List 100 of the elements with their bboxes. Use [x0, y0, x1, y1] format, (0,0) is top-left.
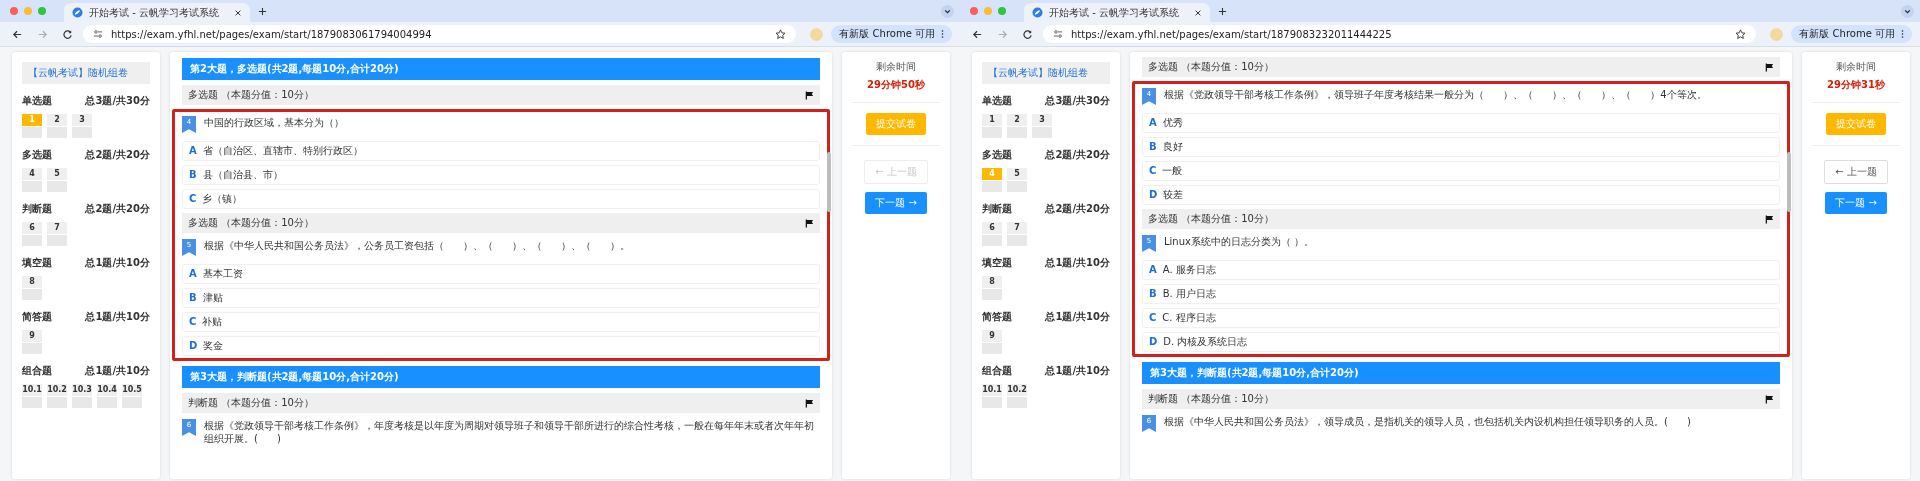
back-icon[interactable]: [972, 28, 983, 40]
question-type-label: 多选题 （本题分值：10分）: [1148, 60, 1274, 74]
reload-icon[interactable]: [62, 28, 73, 40]
question-text: 根据《党政领导干部考核工作条例》，领导班子年度考核结果一般分为（ ）、（ ）、（ ）、（ ）4个等次。: [1164, 88, 1707, 102]
question-type-label: 多选题 （本题分值：10分）: [1148, 212, 1274, 226]
answer-option[interactable]: A 基本工资: [182, 264, 820, 284]
star-icon[interactable]: [775, 28, 787, 40]
site-settings-icon[interactable]: [93, 29, 103, 39]
url-text: https://exam.yfhl.net/pages/exam/start/1879083061794004994: [111, 28, 432, 40]
question-nav-button[interactable]: 10.4: [97, 384, 117, 408]
section-summary: 总2题/共20分: [1045, 148, 1110, 162]
question-nav-button[interactable]: 1: [982, 114, 1002, 138]
section-summary: 总1题/共10分: [85, 310, 150, 324]
scrollbar-thumb[interactable]: [1787, 152, 1791, 212]
address-field[interactable]: https://exam.yfhl.net/pages/exam/start/1879083061794004994: [83, 25, 797, 43]
answer-option[interactable]: A 优秀: [1142, 113, 1780, 133]
update-chrome-button[interactable]: 有新版 Chrome 可用: [1791, 25, 1912, 43]
question-nav-button[interactable]: 8: [22, 276, 42, 300]
question-nav-button[interactable]: 10.3: [72, 384, 92, 408]
question-nav-button[interactable]: 3: [72, 114, 92, 138]
site-settings-icon[interactable]: [1053, 29, 1063, 39]
question-nav-button[interactable]: 2: [47, 114, 67, 138]
answer-option[interactable]: C C. 程序日志: [1142, 308, 1780, 328]
flag-icon[interactable]: [1765, 394, 1774, 404]
answer-option[interactable]: B 良好: [1142, 137, 1780, 157]
question-nav-button[interactable]: 7: [47, 222, 67, 246]
section-name: 组合题: [22, 364, 52, 378]
remaining-time: 29分钟50秒: [867, 78, 925, 92]
reload-icon[interactable]: [1022, 28, 1033, 40]
update-chrome-button[interactable]: 有新版 Chrome 可用: [831, 25, 952, 43]
section-name: 多选题: [22, 148, 52, 162]
question-nav-button[interactable]: 6: [982, 222, 1002, 246]
question-nav-button[interactable]: 10.2: [1007, 384, 1027, 408]
chevron-down-icon[interactable]: [1901, 4, 1914, 18]
section-name: 判断题: [22, 202, 52, 216]
answer-option[interactable]: B 津贴: [182, 288, 820, 308]
section-summary: 总1题/共10分: [1045, 364, 1110, 378]
back-icon[interactable]: [12, 28, 23, 40]
previous-button[interactable]: ← 上一题: [1824, 160, 1888, 184]
close-icon[interactable]: [234, 8, 242, 17]
section-title: 第3大题，判断题(共2题,每题10分,合计20分): [1142, 362, 1780, 384]
more-icon[interactable]: [941, 29, 944, 39]
question-nav-button[interactable]: 10.1: [982, 384, 1002, 408]
section-summary: 总2题/共20分: [85, 148, 150, 162]
browser-tab[interactable]: 开始考试 - 云帆学习考试系统: [1024, 3, 1210, 22]
question-nav-button[interactable]: 10.2: [47, 384, 67, 408]
question-nav-button[interactable]: 9: [982, 330, 1002, 354]
new-tab-icon[interactable]: [258, 6, 267, 16]
question-nav-button[interactable]: 2: [1007, 114, 1027, 138]
flag-icon[interactable]: [805, 90, 814, 100]
address-field[interactable]: https://exam.yfhl.net/pages/exam/start/1879083232011444225: [1043, 25, 1757, 43]
section-summary: 总3题/共30分: [1045, 94, 1110, 108]
question-nav-button[interactable]: 10.1: [22, 384, 42, 408]
more-icon[interactable]: [1901, 29, 1904, 39]
question-nav-button[interactable]: 10.5: [122, 384, 142, 408]
question-text: 中国的行政区域，基本分为（）: [204, 116, 344, 130]
question-nav-button[interactable]: 7: [1007, 222, 1027, 246]
tab-title: 开始考试 - 云帆学习考试系统: [89, 5, 220, 20]
flag-icon[interactable]: [1765, 62, 1774, 72]
close-icon[interactable]: [1194, 8, 1202, 17]
answer-option[interactable]: C 一般: [1142, 161, 1780, 181]
question-nav-button[interactable]: 5: [1007, 168, 1027, 192]
flag-icon[interactable]: [1765, 214, 1774, 224]
question-type-label: 判断题 （本题分值：10分）: [188, 396, 314, 410]
new-tab-icon[interactable]: [1218, 6, 1227, 16]
section-summary: 总2题/共20分: [85, 202, 150, 216]
flag-icon[interactable]: [805, 218, 814, 228]
question-nav-button[interactable]: 6: [22, 222, 42, 246]
answer-option[interactable]: B 县（自治县、市）: [182, 165, 820, 185]
chevron-down-icon[interactable]: [941, 4, 954, 18]
section-name: 组合题: [982, 364, 1012, 378]
flag-icon[interactable]: [805, 398, 814, 408]
section-summary: 总1题/共10分: [1045, 256, 1110, 270]
question-nav-button[interactable]: 9: [22, 330, 42, 354]
question-nav-button[interactable]: 8: [982, 276, 1002, 300]
answer-option[interactable]: A 省（自治区、直辖市、特别行政区）: [182, 141, 820, 161]
section-summary: 总1题/共10分: [85, 364, 150, 378]
site-logo-icon: [1032, 7, 1043, 18]
question-text: 根据《中华人民共和国公务员法》，公务员工资包括（ ）、（ ）、（ ）、（ ）。: [204, 239, 631, 253]
browser-tab[interactable]: 开始考试 - 云帆学习考试系统: [64, 3, 250, 22]
question-nav-button[interactable]: 4: [22, 168, 42, 192]
star-icon[interactable]: [1735, 28, 1747, 40]
url-text: https://exam.yfhl.net/pages/exam/start/1879083232011444225: [1071, 28, 1392, 40]
paper-title: 【云帆考试】随机组卷: [982, 62, 1110, 84]
answer-option[interactable]: D 奖金: [182, 336, 820, 356]
answer-option[interactable]: C 乡（镇）: [182, 189, 820, 209]
section-title: 第3大题，判断题(共2题,每题10分,合计20分): [182, 366, 820, 388]
question-nav-button[interactable]: 3: [1032, 114, 1052, 138]
answer-option[interactable]: D 较差: [1142, 185, 1780, 205]
section-summary: 总1题/共10分: [85, 256, 150, 270]
question-nav-button[interactable]: 5: [47, 168, 67, 192]
answer-option[interactable]: C 补贴: [182, 312, 820, 332]
question-text: 根据《党政领导干部考核工作条例》，年度考核是以年度为周期对领导班子和领导干部所进行的综合性考核，一般在每年年末或者次年年初组织开展。( ): [204, 419, 815, 445]
scrollbar-thumb[interactable]: [827, 152, 831, 212]
section-name: 多选题: [982, 148, 1012, 162]
answer-option[interactable]: D D. 内核及系统日志: [1142, 332, 1780, 352]
section-summary: 总3题/共30分: [85, 94, 150, 108]
answer-option[interactable]: B B. 用户日志: [1142, 284, 1780, 304]
section-name: 填空题: [982, 256, 1012, 270]
answer-option[interactable]: A A. 服务日志: [1142, 260, 1780, 280]
